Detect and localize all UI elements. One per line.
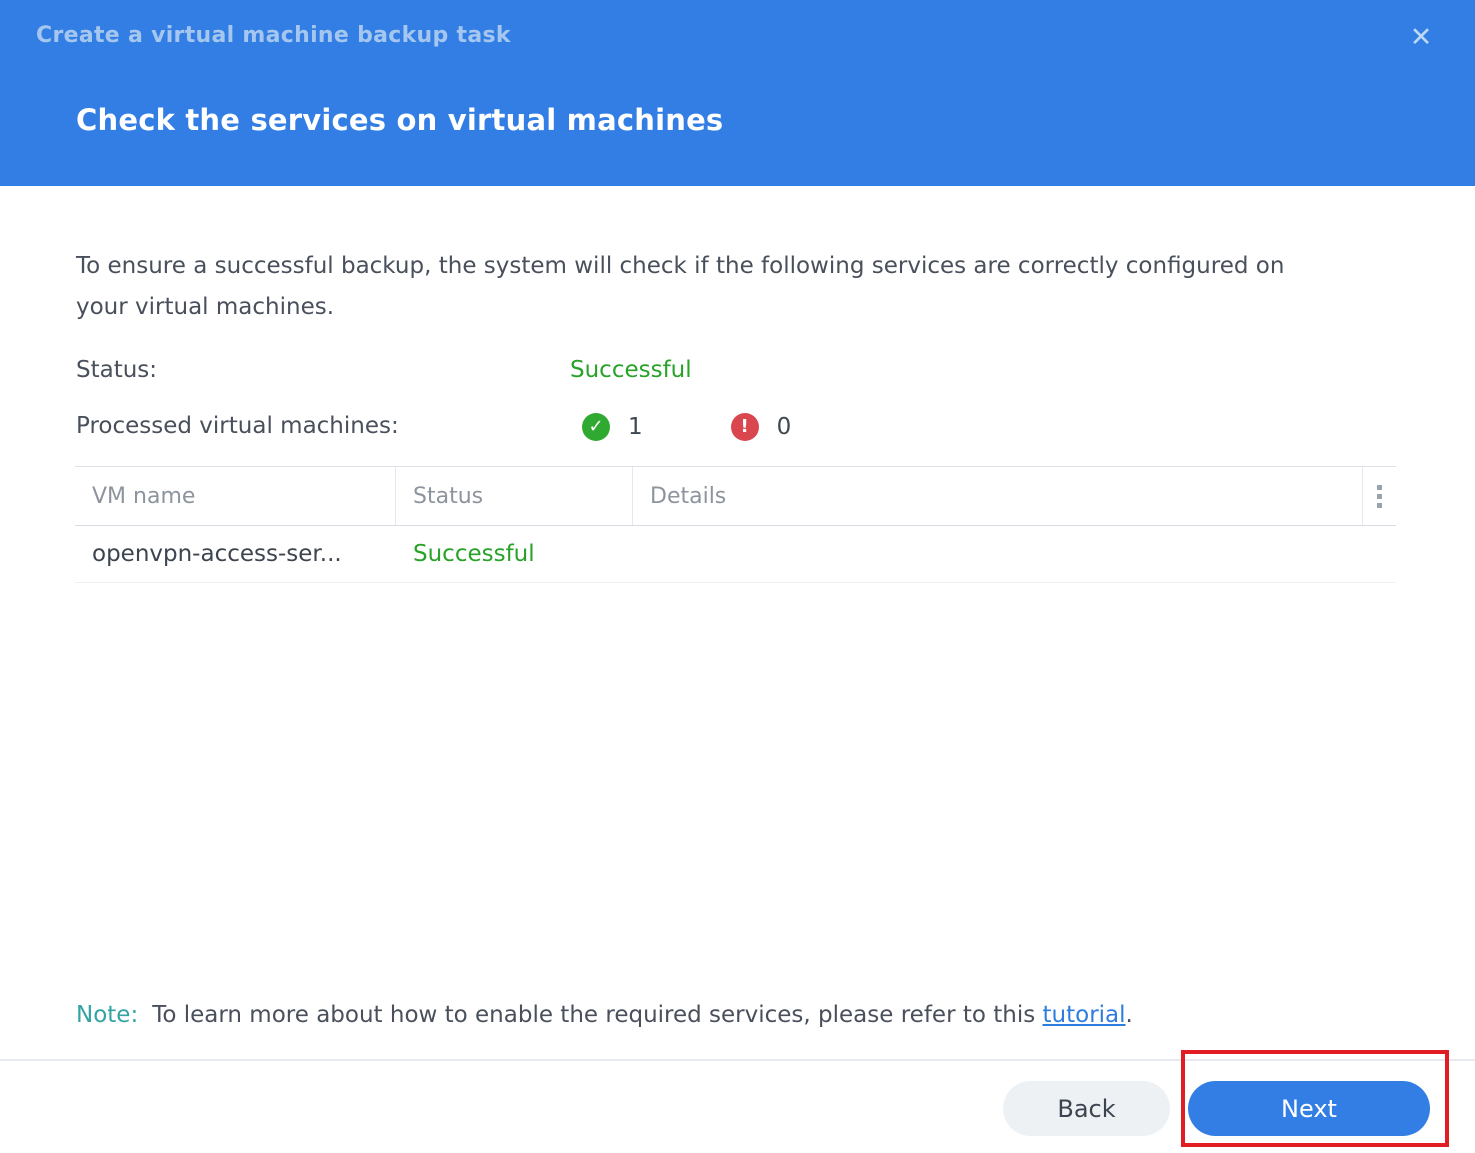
success-count: 1 (628, 414, 643, 440)
cell-status: Successful (413, 541, 535, 567)
footer-divider (0, 1059, 1475, 1061)
tutorial-link[interactable]: tutorial (1043, 1002, 1126, 1028)
page-title: Check the services on virtual machines (76, 103, 724, 137)
check-circle-icon: ✓ (582, 413, 610, 441)
dialog: Create a virtual machine backup task ✕ C… (0, 0, 1475, 1153)
column-header-status[interactable]: Status (396, 467, 633, 525)
exclamation-circle-icon: ! (730, 413, 759, 441)
processed-vms-label: Processed virtual machines: (76, 413, 399, 439)
column-header-details[interactable]: Details (633, 467, 1363, 525)
column-header-vm-name[interactable]: VM name (75, 467, 396, 525)
column-settings-button[interactable] (1363, 467, 1396, 525)
description-text: To ensure a successful backup, the syste… (76, 253, 1285, 320)
dialog-header: Create a virtual machine backup task ✕ C… (0, 0, 1475, 186)
table-row[interactable]: openvpn-access-ser... Successful (75, 526, 1396, 583)
vm-table: VM name Status Details openvpn-access-se… (75, 466, 1396, 583)
note-text: To learn more about how to enable the re… (152, 1002, 1043, 1028)
note: Note: To learn more about how to enable t… (76, 1002, 1133, 1028)
kebab-menu-icon (1377, 484, 1382, 508)
window-title: Create a virtual machine backup task (36, 23, 511, 48)
cell-vm-name: openvpn-access-ser... (92, 541, 342, 567)
close-icon[interactable]: ✕ (1400, 16, 1442, 58)
note-text-end: . (1125, 1002, 1133, 1028)
error-count: 0 (776, 414, 792, 440)
back-button[interactable]: Back (1003, 1081, 1170, 1136)
next-button[interactable]: Next (1188, 1081, 1430, 1136)
vm-table-header: VM name Status Details (75, 466, 1396, 526)
note-label: Note: (76, 1002, 139, 1028)
status-label: Status: (76, 357, 158, 383)
status-value: Successful (570, 357, 692, 383)
processed-vms-counts: ✓ 1 ! 0 (582, 413, 791, 441)
